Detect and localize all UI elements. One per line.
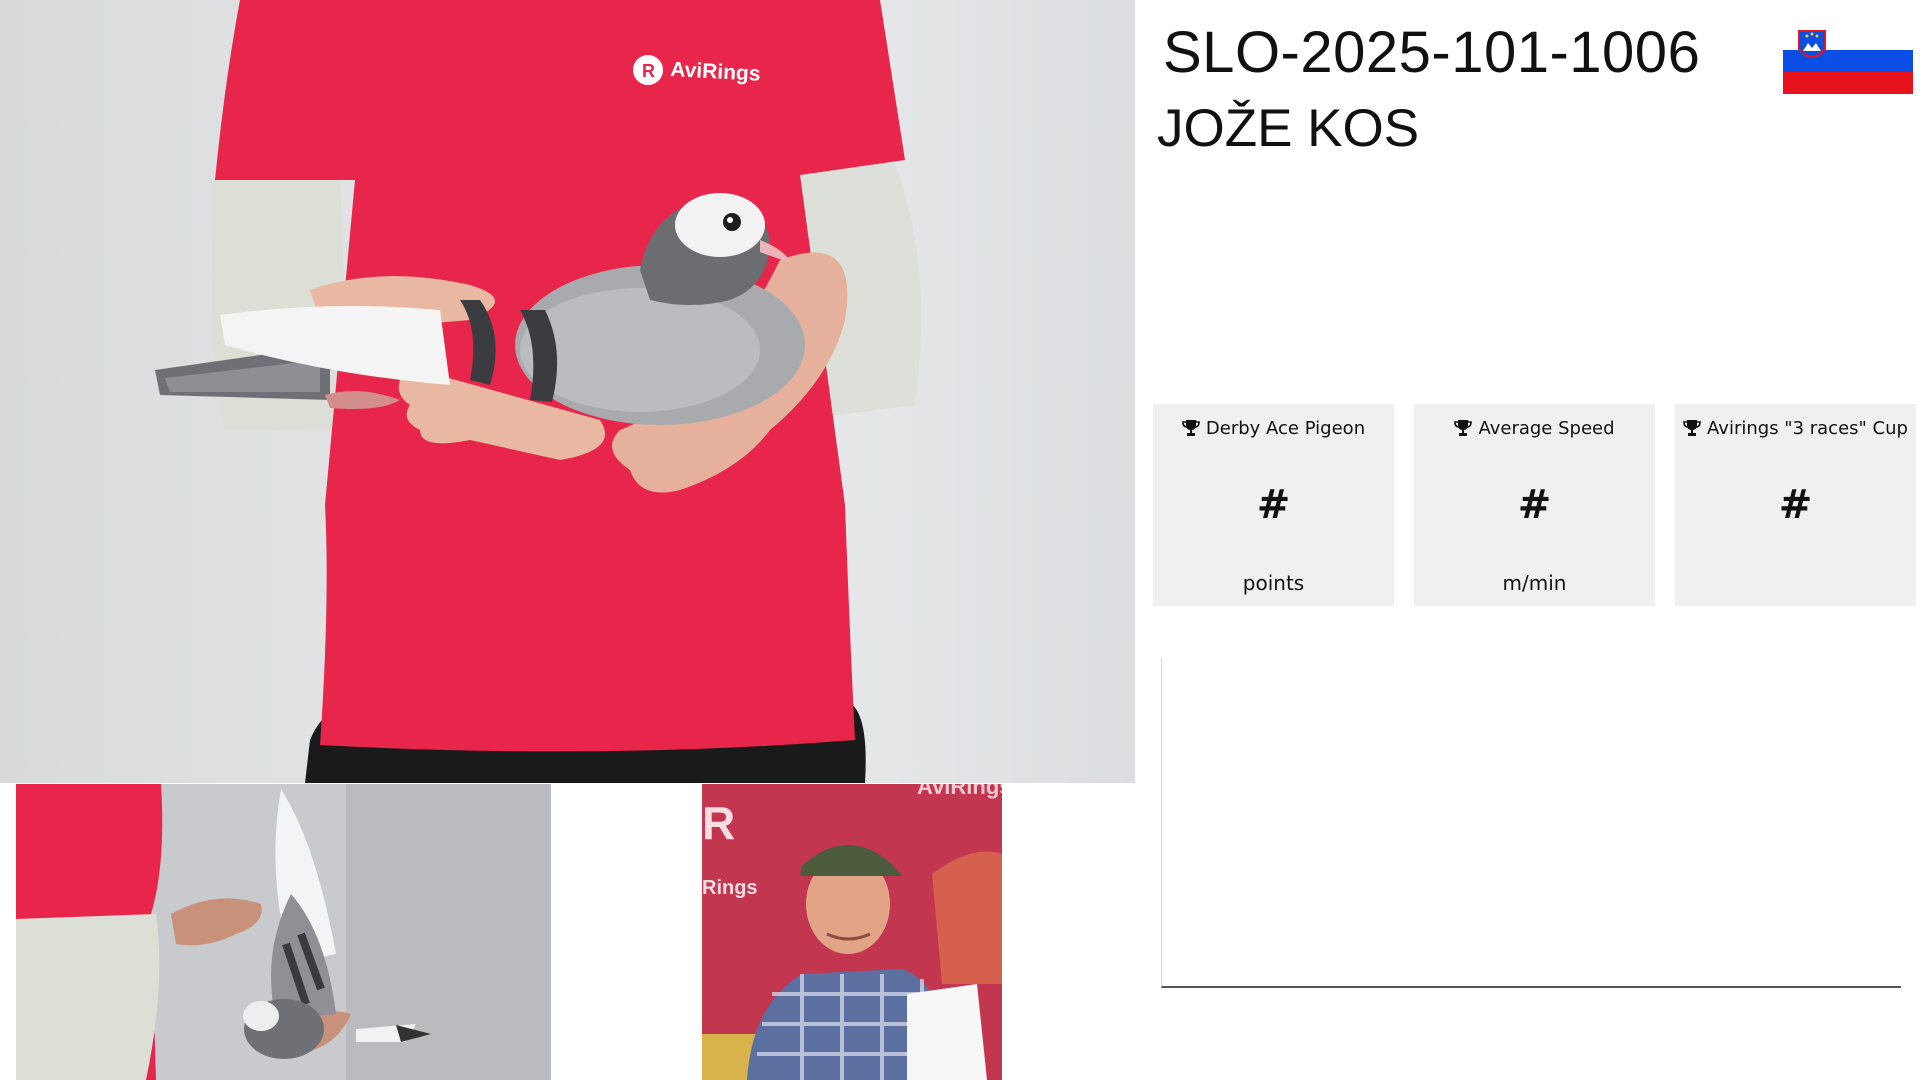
ring-number: SLO-2025-101-1006 bbox=[1163, 20, 1701, 85]
trophy-icon bbox=[1454, 420, 1473, 436]
stat-unit: points bbox=[1242, 571, 1305, 595]
stat-title-row: Avirings "3 races" Cup bbox=[1675, 416, 1916, 442]
trophy-icon bbox=[1182, 420, 1200, 436]
owner-photo-thumbnail[interactable]: AviRings Rings R bbox=[702, 784, 1002, 1080]
stat-value: # bbox=[1517, 482, 1552, 528]
stat-title-row: Average Speed bbox=[1414, 416, 1655, 442]
wing-photo-thumbnail[interactable] bbox=[16, 784, 551, 1080]
svg-text:R: R bbox=[642, 61, 655, 81]
results-panel bbox=[1161, 658, 1901, 988]
trophy-icon bbox=[1683, 420, 1701, 436]
stat-title: Derby Ace Pigeon bbox=[1205, 418, 1366, 439]
wing-photo-illustration bbox=[16, 784, 551, 1080]
stat-unit: m/min bbox=[1502, 571, 1567, 595]
flag-red-band bbox=[1783, 72, 1913, 94]
stat-card-derby-ace-pigeon: Derby Ace Pigeon # points bbox=[1153, 404, 1394, 606]
owner-banner-text: AviRings bbox=[917, 784, 1002, 799]
svg-text:R: R bbox=[702, 797, 735, 849]
stat-value: # bbox=[1778, 482, 1813, 528]
stat-value: # bbox=[1256, 482, 1291, 528]
stat-card-avirings-3-races-cup: Avirings "3 races" Cup # bbox=[1675, 404, 1916, 606]
coat-of-arms-icon bbox=[1798, 30, 1826, 58]
stat-title: Avirings "3 races" Cup bbox=[1707, 418, 1908, 439]
stat-title: Average Speed bbox=[1478, 418, 1615, 439]
pigeon-profile-page: R AviRings AviRing Rings R SLO-2025-101-… bbox=[0, 0, 1920, 1080]
main-photo-illustration: R AviRings bbox=[155, 0, 922, 783]
main-pigeon-photo[interactable]: R AviRings bbox=[0, 0, 1135, 783]
stat-title-row: Derby Ace Pigeon bbox=[1153, 416, 1394, 442]
stat-card-average-speed: Average Speed # m/min bbox=[1414, 404, 1655, 606]
shirt-logo-text: AviRings bbox=[670, 58, 761, 86]
svg-text:Rings: Rings bbox=[702, 877, 758, 899]
owner-name: JOŽE KOS bbox=[1157, 99, 1420, 158]
slovenia-flag-icon bbox=[1783, 28, 1913, 94]
owner-photo-illustration: AviRings Rings R bbox=[702, 784, 1002, 1080]
